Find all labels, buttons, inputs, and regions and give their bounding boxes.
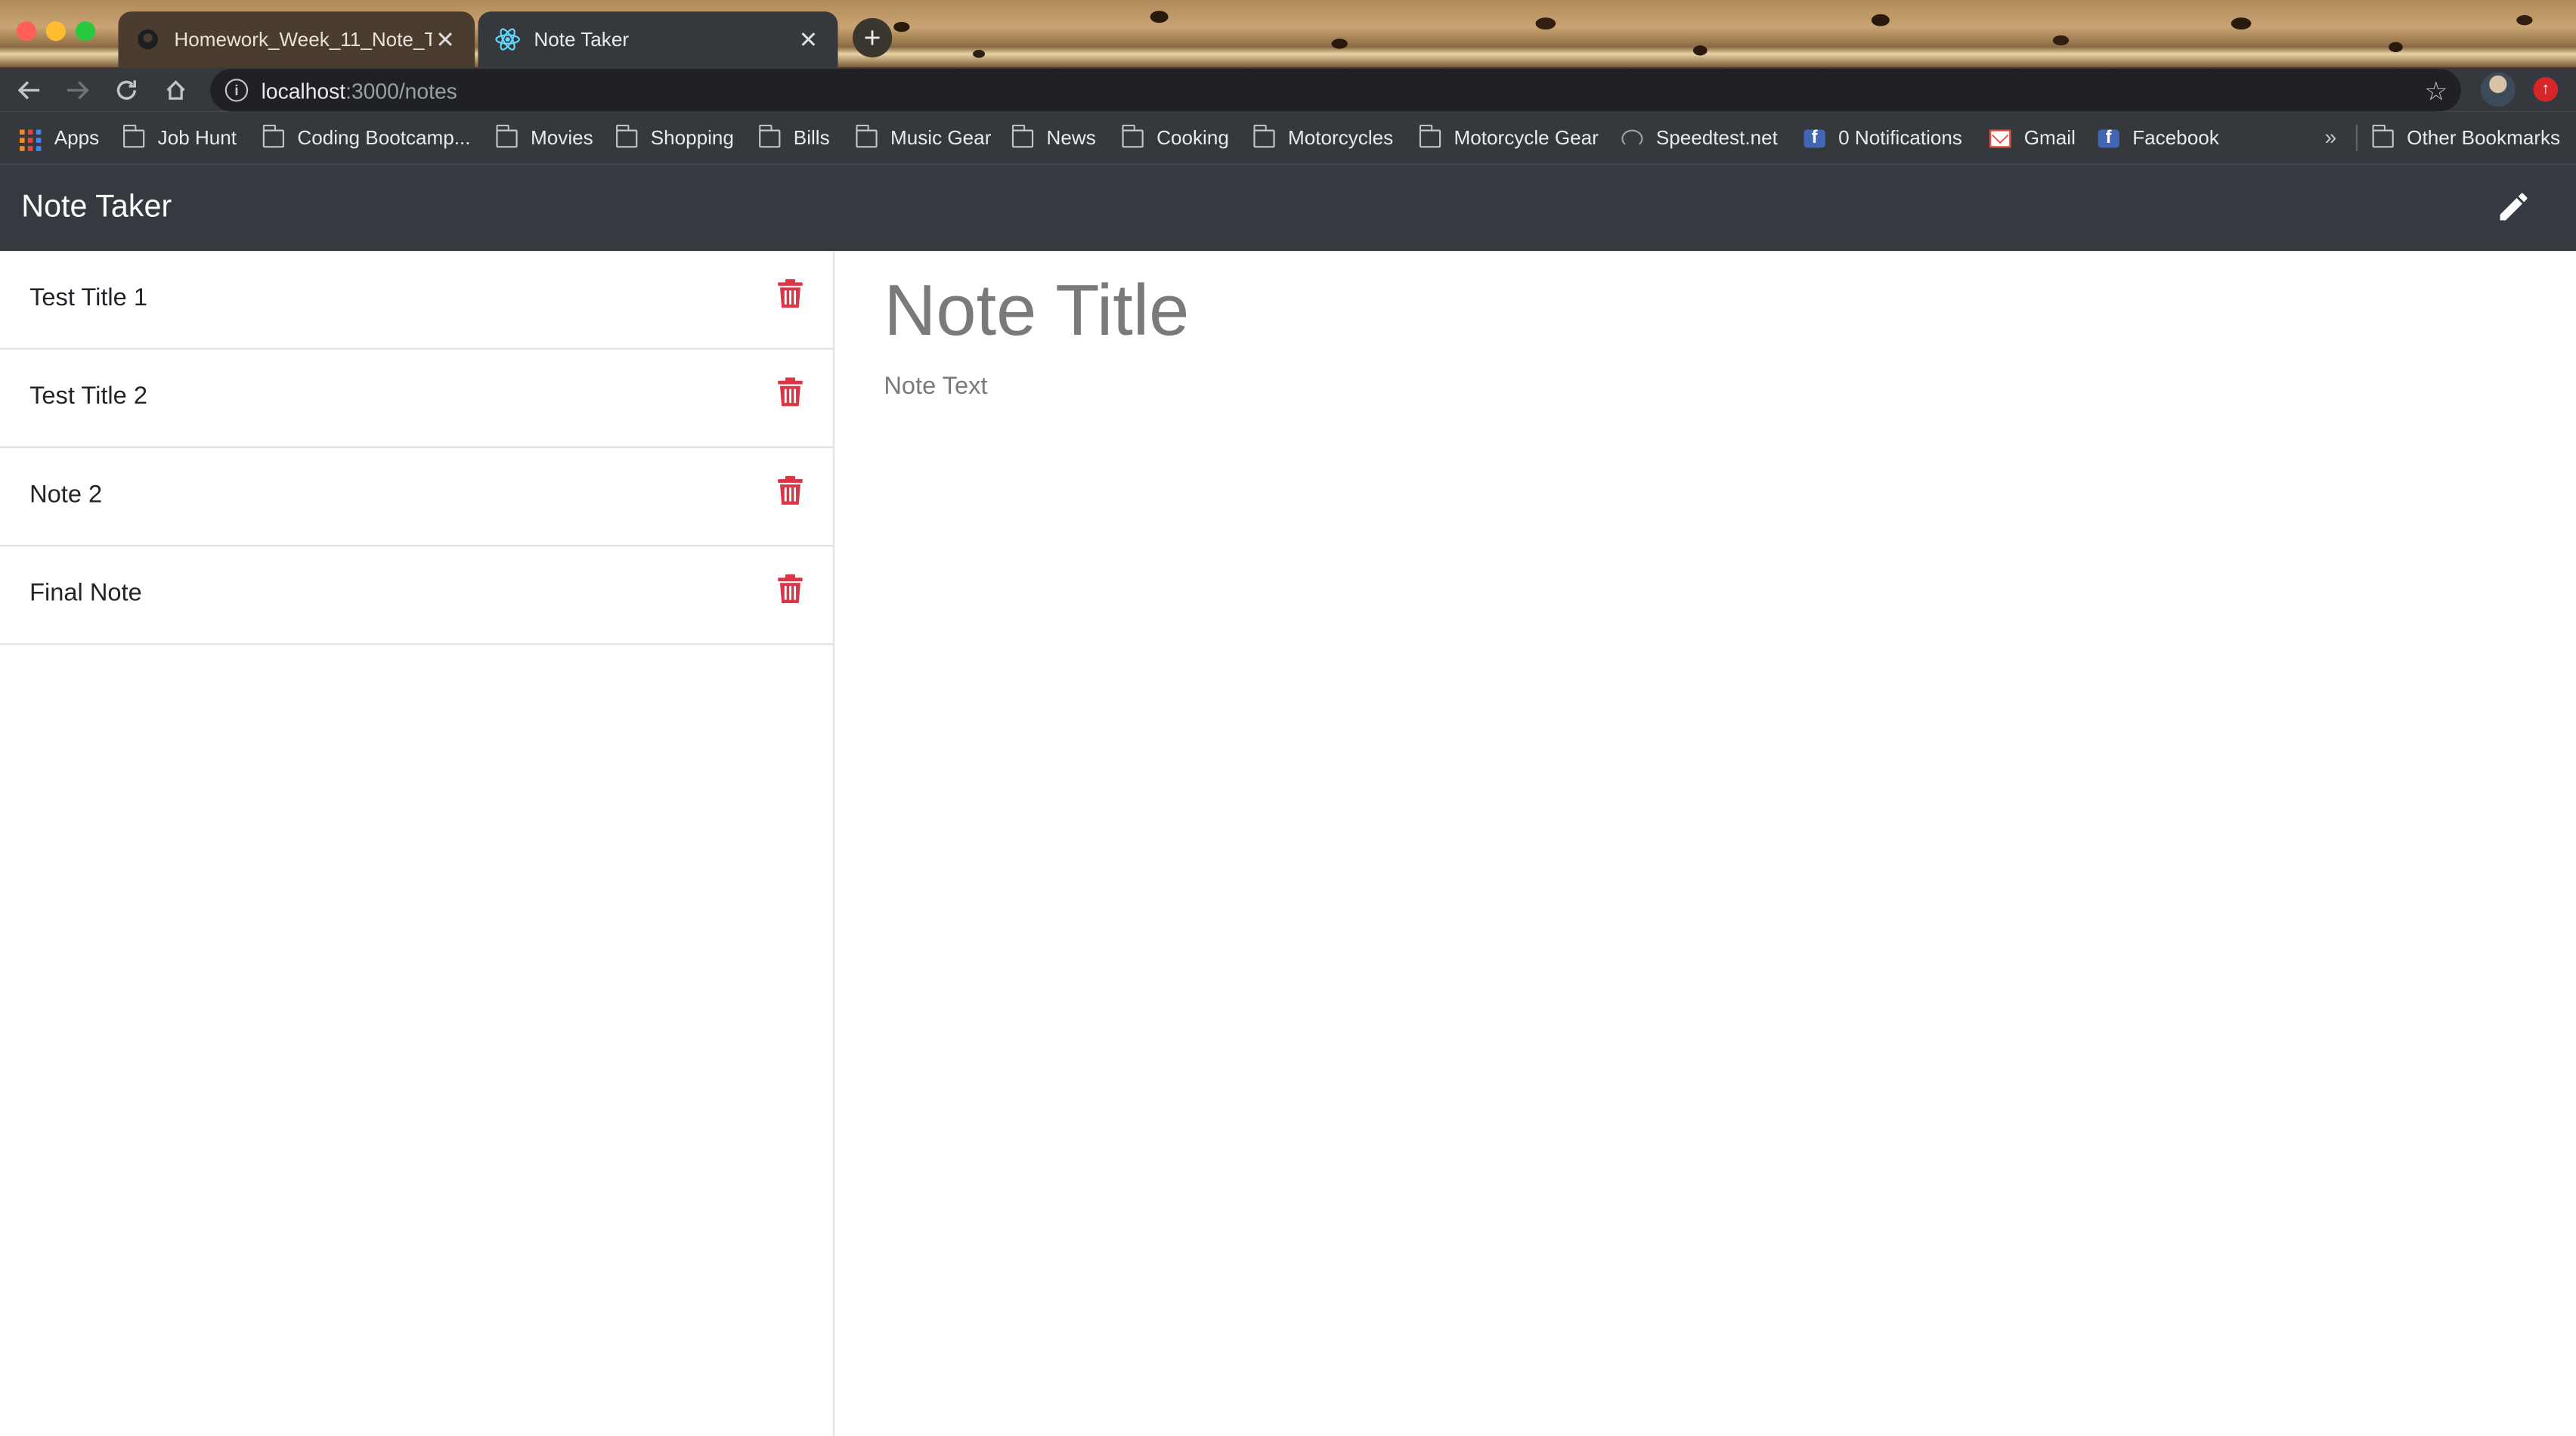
github-icon xyxy=(135,26,161,53)
list-item[interactable]: Test Title 2 xyxy=(0,350,833,448)
bookmarks-divider xyxy=(2355,125,2358,151)
back-icon[interactable] xyxy=(11,73,48,109)
note-list-title: Note 2 xyxy=(29,481,103,509)
note-title-input[interactable] xyxy=(884,271,2527,353)
more-bookmarks-button[interactable]: » xyxy=(2325,125,2337,150)
close-tab-icon[interactable]: ✕ xyxy=(795,26,822,53)
folder-icon xyxy=(1122,123,1144,147)
note-list-title: Final Note xyxy=(29,579,142,608)
reload-icon[interactable] xyxy=(108,73,144,109)
tab-title: Homework_Week_11_Note_Taker xyxy=(174,27,432,51)
apps-icon xyxy=(20,128,42,150)
folder-icon xyxy=(616,123,638,147)
bookmark-bills[interactable]: Bills xyxy=(759,123,830,151)
maximize-window-button[interactable] xyxy=(75,21,96,42)
folder-icon xyxy=(759,123,781,147)
react-icon xyxy=(494,26,521,53)
tab-note-taker[interactable]: Note Taker ✕ xyxy=(478,11,838,68)
extension-icon[interactable]: ↑ xyxy=(2533,77,2559,102)
trash-icon[interactable] xyxy=(777,574,803,604)
folder-icon xyxy=(496,123,518,147)
bookmark-gmail[interactable]: Gmail xyxy=(1989,125,2076,151)
tab-github[interactable]: Homework_Week_11_Note_Taker ✕ xyxy=(118,11,475,68)
list-item[interactable]: Test Title 1 xyxy=(0,251,833,350)
folder-icon xyxy=(856,123,878,147)
bookmark-coding-bootcamp[interactable]: Coding Bootcamp... xyxy=(262,123,471,151)
trash-icon[interactable] xyxy=(777,377,803,407)
app-navbar: Note Taker xyxy=(0,164,2576,252)
folder-icon xyxy=(1011,123,1034,147)
note-list-title: Test Title 2 xyxy=(29,382,147,410)
minimize-window-button[interactable] xyxy=(45,21,66,42)
browser-toolbar: i localhost:3000/notes ☆ ↑ xyxy=(0,67,2576,112)
bookmark-speedtest[interactable]: Speedtest.net xyxy=(1621,125,1778,151)
trash-icon[interactable] xyxy=(777,279,803,308)
bookmark-star-icon[interactable]: ☆ xyxy=(2424,76,2448,108)
list-item[interactable]: Final Note xyxy=(0,546,833,645)
url-text: localhost:3000/notes xyxy=(261,78,457,103)
bookmark-news[interactable]: News xyxy=(1011,123,1096,151)
bookmark-facebook[interactable]: f Facebook xyxy=(2098,125,2219,151)
folder-icon xyxy=(1419,123,1441,147)
bookmark-motorcycle-gear[interactable]: Motorcycle Gear xyxy=(1419,123,1599,151)
note-list-title: Test Title 1 xyxy=(29,283,147,312)
tab-title: Note Taker xyxy=(534,27,630,51)
gmail-icon xyxy=(1989,128,2011,147)
note-editor xyxy=(834,251,2576,1436)
bookmark-cooking[interactable]: Cooking xyxy=(1122,123,1229,151)
bookmark-apps[interactable]: Apps xyxy=(20,125,99,151)
profile-avatar[interactable] xyxy=(2480,72,2516,107)
home-icon[interactable] xyxy=(158,73,194,109)
close-window-button[interactable] xyxy=(16,21,36,42)
close-tab-icon[interactable]: ✕ xyxy=(432,26,459,53)
folder-icon xyxy=(1253,123,1275,147)
site-info-icon[interactable]: i xyxy=(224,79,249,102)
facebook-icon: f xyxy=(2098,127,2119,147)
tab-strip: Homework_Week_11_Note_Taker ✕ Note Taker… xyxy=(0,0,2576,68)
forward-icon[interactable] xyxy=(59,73,95,109)
bookmarks-bar: Apps Job Hunt Coding Bootcamp... Movies … xyxy=(0,111,2576,165)
trash-icon[interactable] xyxy=(777,475,803,506)
bookmark-motorcycles[interactable]: Motorcycles xyxy=(1253,123,1393,151)
facebook-icon: f xyxy=(1804,127,1825,147)
note-list: Test Title 1 Test Title 2 Note 2 Final N… xyxy=(0,251,835,1436)
folder-icon xyxy=(262,123,285,147)
folder-icon xyxy=(2372,123,2394,147)
speedtest-icon xyxy=(1621,128,1643,147)
bookmark-music-gear[interactable]: Music Gear xyxy=(856,123,991,151)
note-text-input[interactable] xyxy=(884,372,2527,1193)
app-brand[interactable]: Note Taker xyxy=(21,190,172,227)
list-item[interactable]: Note 2 xyxy=(0,448,833,547)
address-bar[interactable]: i localhost:3000/notes ☆ xyxy=(210,69,2461,112)
folder-icon xyxy=(123,123,145,147)
bookmark-movies[interactable]: Movies xyxy=(496,123,593,151)
other-bookmarks[interactable]: Other Bookmarks xyxy=(2372,123,2560,151)
new-tab-button[interactable]: + xyxy=(853,17,893,57)
bookmark-notifications[interactable]: f 0 Notifications xyxy=(1804,125,1962,151)
bookmark-shopping[interactable]: Shopping xyxy=(616,123,734,151)
pencil-icon[interactable] xyxy=(2494,185,2533,227)
browser-window: Homework_Week_11_Note_Taker ✕ Note Taker… xyxy=(0,0,2576,1436)
bookmark-job-hunt[interactable]: Job Hunt xyxy=(123,123,237,151)
